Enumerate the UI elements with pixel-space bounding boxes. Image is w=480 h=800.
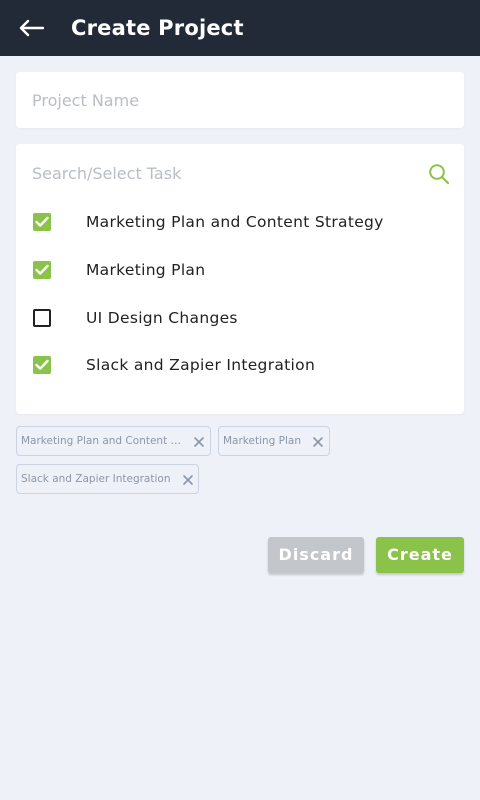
- search-icon: [429, 164, 450, 185]
- create-button[interactable]: Create: [376, 537, 464, 573]
- close-icon: [313, 437, 323, 447]
- task-label: Marketing Plan: [86, 261, 206, 279]
- remove-chip-button[interactable]: [181, 472, 195, 486]
- task-label: Marketing Plan and Content Strategy: [86, 213, 384, 231]
- selected-task-chip: Marketing Plan: [218, 426, 330, 456]
- project-name-card: [16, 72, 464, 128]
- task-label: UI Design Changes: [86, 309, 238, 327]
- remove-chip-button[interactable]: [311, 434, 325, 448]
- arrow-left-icon: [19, 19, 44, 37]
- task-search-input[interactable]: [32, 158, 422, 188]
- close-icon: [194, 437, 204, 447]
- chip-label: Marketing Plan: [223, 435, 302, 447]
- task-item[interactable]: Marketing Plan and Content Strategy: [16, 202, 464, 242]
- page-title: Create Project: [71, 16, 244, 40]
- project-name-input[interactable]: [32, 72, 448, 128]
- task-checkbox-checked[interactable]: [33, 213, 51, 231]
- back-button[interactable]: [14, 12, 48, 44]
- checkmark-icon: [35, 264, 49, 275]
- task-item[interactable]: Marketing Plan: [16, 250, 464, 290]
- task-checkbox-unchecked[interactable]: [33, 309, 51, 327]
- task-checkbox-checked[interactable]: [33, 261, 51, 279]
- app-bar: Create Project: [0, 0, 480, 56]
- task-label: Slack and Zapier Integration: [86, 356, 316, 374]
- selected-task-chip: Marketing Plan and Content St...: [16, 426, 211, 456]
- discard-button[interactable]: Discard: [268, 537, 364, 573]
- close-icon: [183, 475, 193, 485]
- chip-label: Slack and Zapier Integration: [21, 473, 171, 485]
- search-button[interactable]: [428, 163, 450, 185]
- chip-label: Marketing Plan and Content St...: [21, 435, 186, 447]
- selected-task-chip: Slack and Zapier Integration: [16, 464, 199, 494]
- task-item[interactable]: Slack and Zapier Integration: [16, 345, 464, 385]
- remove-chip-button[interactable]: [192, 434, 206, 448]
- checkmark-icon: [35, 216, 49, 227]
- task-item[interactable]: UI Design Changes: [16, 298, 464, 338]
- task-select-card: Marketing Plan and Content Strategy Mark…: [16, 144, 464, 414]
- task-checkbox-checked[interactable]: [33, 356, 51, 374]
- checkmark-icon: [35, 359, 49, 370]
